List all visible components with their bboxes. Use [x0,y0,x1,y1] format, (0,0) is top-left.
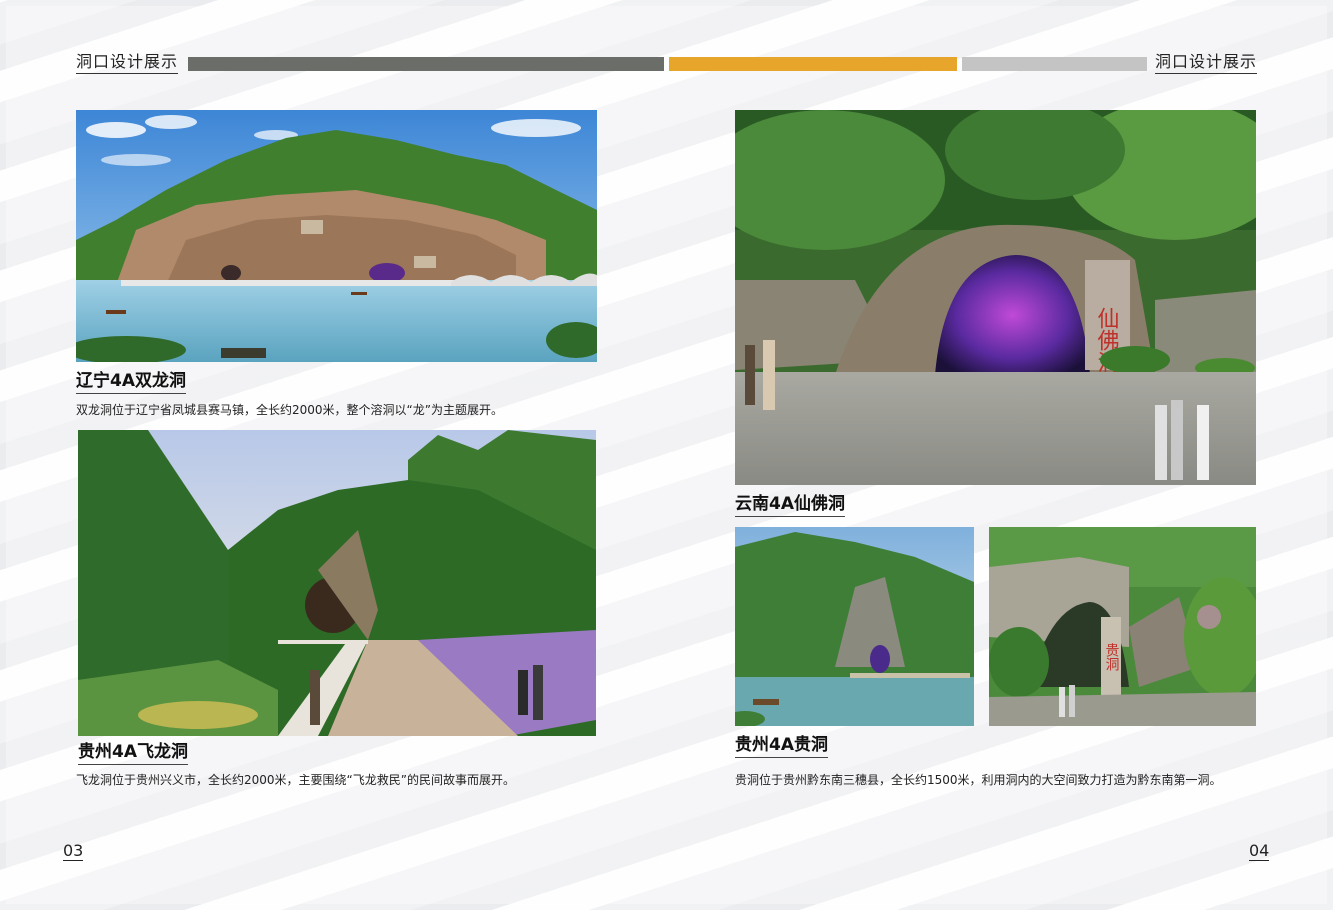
header-title-right: 洞口设计展示 [1155,52,1258,74]
header-title-left: 洞口设计展示 [76,52,179,74]
photo-guizhou-gui-cave-lake [735,527,974,726]
caption-desc-guizhou-feilong: 飞龙洞位于贵州兴义市，全长约2000米，主要围绕“飞龙救民”的民间故事而展开。 [76,773,515,787]
caption-desc-liaoning: 双龙洞位于辽宁省凤城县赛马镇，全长约2000米，整个溶洞以“龙”为主题展开。 [76,403,503,417]
photo-guizhou-gui-cave-entrance: 贵洞 [989,527,1256,726]
header-bar-orange [669,57,957,71]
caption-title-guizhou-gui: 贵州4A贵洞 [735,734,828,758]
caption-desc-guizhou-gui: 贵洞位于贵州黔东南三穗县，全长约1500米，利用洞内的大空间致力打造为黔东南第一… [735,773,1222,787]
page-number-right: 04 [1249,841,1270,861]
header-bar-gray [188,57,664,71]
photo-guizhou-feilong-cave [78,430,596,736]
caption-title-yunnan: 云南4A仙佛洞 [735,493,845,517]
caption-title-guizhou-feilong: 贵州4A飞龙洞 [78,741,188,765]
header-bar-light [962,57,1147,71]
caption-title-liaoning: 辽宁4A双龙洞 [76,370,186,394]
photo-liaoning-shuanglong-cave [76,110,597,362]
cave-sign-gui: 贵洞 [1104,643,1120,671]
photo-yunnan-xianfo-cave: 仙佛洞 [735,110,1256,485]
page-number-left: 03 [63,841,84,861]
